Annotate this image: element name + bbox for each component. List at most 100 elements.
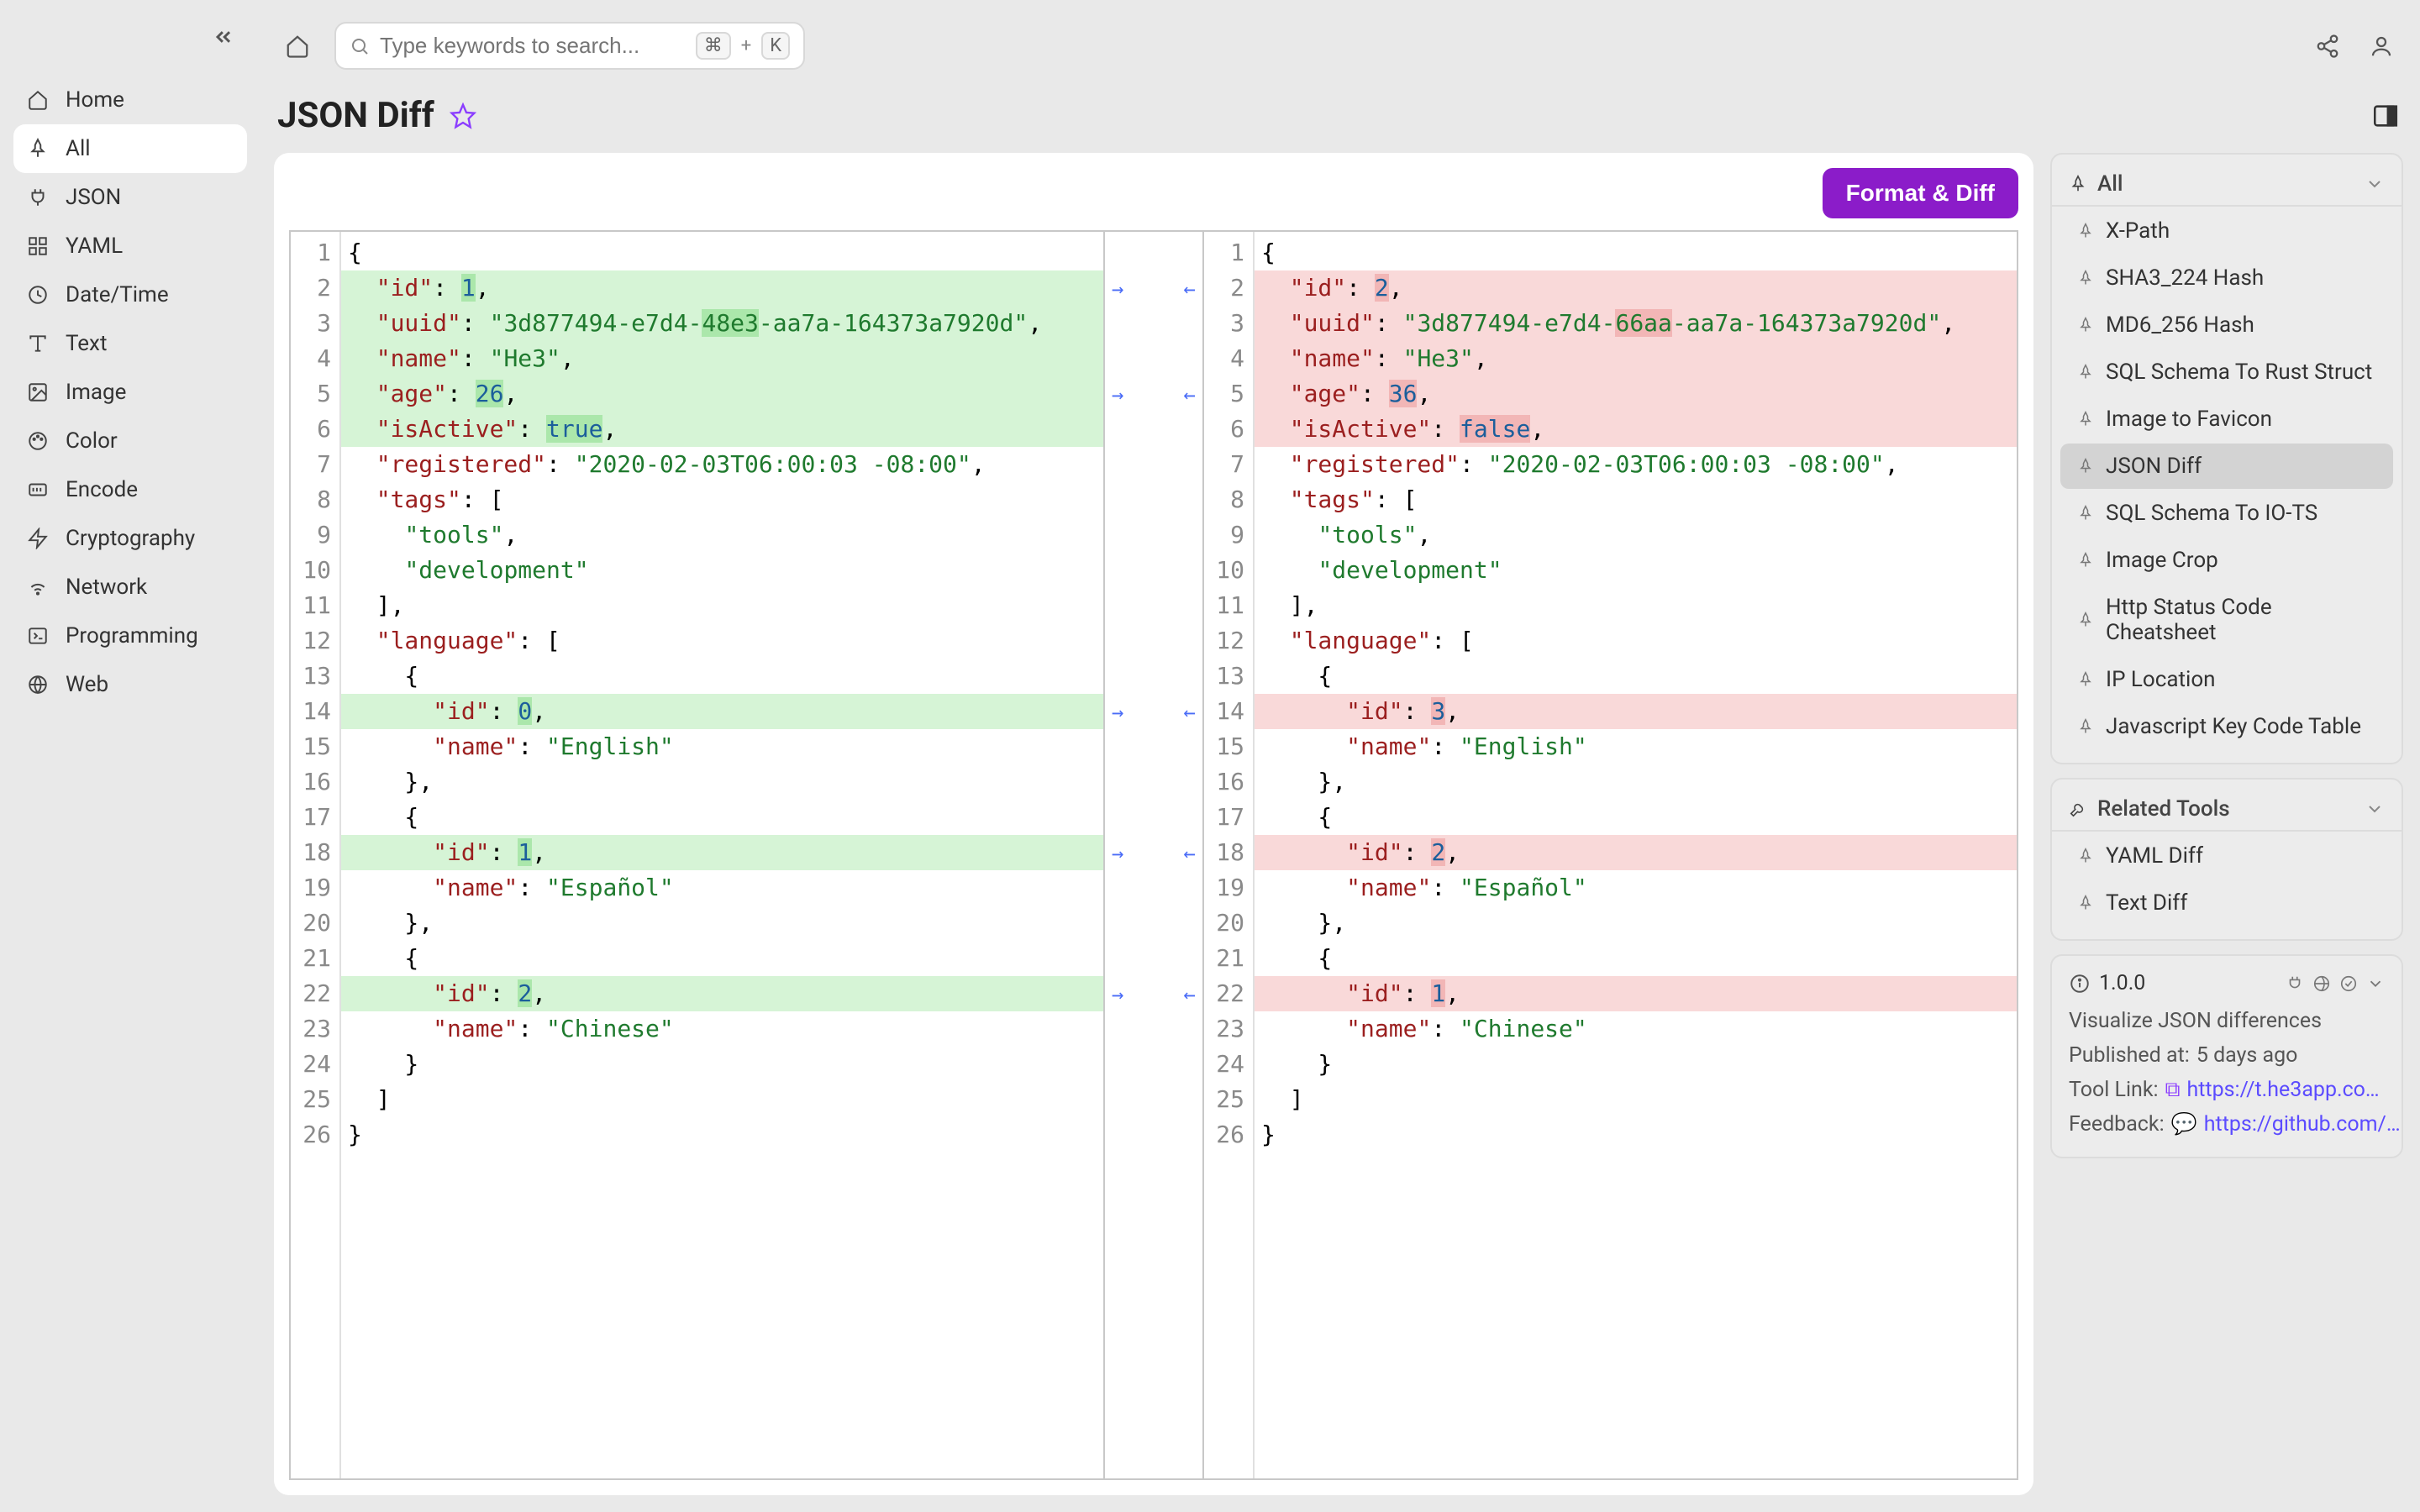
grid-icon	[27, 235, 50, 257]
right-item[interactable]: Image to Favicon	[2060, 396, 2393, 442]
right-item[interactable]: Javascript Key Code Table	[2060, 704, 2393, 749]
sidebar-item-web[interactable]: Web	[13, 660, 247, 709]
right-item[interactable]: Image Crop	[2060, 538, 2393, 583]
sidebar-item-programming[interactable]: Programming	[13, 612, 247, 660]
right-item-label: Javascript Key Code Table	[2106, 714, 2361, 739]
diff-arrow-left[interactable]: ←	[1184, 383, 1196, 407]
right-panel: All X-PathSHA3_224 HashMD6_256 HashSQL S…	[2050, 153, 2403, 1495]
pin-icon	[2077, 671, 2094, 688]
tool-icon	[2069, 800, 2087, 818]
diff-arrow-left[interactable]: ←	[1184, 277, 1196, 301]
search-input[interactable]	[380, 33, 686, 59]
diff-editor[interactable]: 1234567891011121314151617181920212223242…	[289, 230, 2018, 1480]
share-button[interactable]	[2309, 28, 2346, 65]
diff-left-pane[interactable]: 1234567891011121314151617181920212223242…	[291, 232, 1103, 1478]
version-label: 1.0.0	[2099, 971, 2145, 995]
home-button[interactable]	[277, 26, 318, 66]
pin-icon	[2077, 895, 2094, 911]
sidebar-item-encode[interactable]: Encode	[13, 465, 247, 514]
diff-right-pane[interactable]: 1234567891011121314151617181920212223242…	[1204, 232, 2017, 1478]
code-left[interactable]: { "id": 1, "uuid": "3d877494-e7d4-48e3-a…	[341, 232, 1103, 1478]
wifi-icon	[27, 576, 50, 598]
right-item[interactable]: JSON Diff	[2060, 444, 2393, 489]
right-all-header[interactable]: All	[2052, 166, 2402, 205]
right-item[interactable]: Http Status Code Cheatsheet	[2060, 585, 2393, 655]
right-item-label: IP Location	[2106, 667, 2216, 692]
sidebar-item-label: Programming	[66, 623, 198, 648]
clock-icon	[27, 284, 50, 306]
sidebar-item-label: Color	[66, 428, 118, 454]
diff-arrow-right[interactable]: →	[1112, 701, 1123, 724]
sidebar-item-label: Date/Time	[66, 282, 169, 307]
diff-arrow-right[interactable]: →	[1112, 983, 1123, 1006]
sidebar-item-text[interactable]: Text	[13, 319, 247, 368]
right-item[interactable]: MD6_256 Hash	[2060, 302, 2393, 348]
sidebar-item-datetime[interactable]: Date/Time	[13, 270, 247, 319]
sidebar-item-yaml[interactable]: YAML	[13, 222, 247, 270]
right-item-label: Image to Favicon	[2106, 407, 2272, 432]
sidebar-item-cryptography[interactable]: Cryptography	[13, 514, 247, 563]
pin-icon	[2077, 270, 2094, 286]
main: ⌘ + K JSON Diff Form	[260, 0, 2420, 1512]
check-icon	[2339, 974, 2358, 993]
right-related-header[interactable]: Related Tools	[2052, 791, 2402, 830]
meta-toollink-value[interactable]: https://t.he3app.co…	[2186, 1078, 2379, 1102]
user-button[interactable]	[2363, 28, 2400, 65]
related-item-label: Text Diff	[2106, 890, 2187, 916]
panel-toggle-button[interactable]	[2371, 102, 2400, 130]
right-item[interactable]: SHA3_224 Hash	[2060, 255, 2393, 301]
sidebar-item-home[interactable]: Home	[13, 76, 247, 124]
right-item[interactable]: IP Location	[2060, 657, 2393, 702]
encode-icon	[27, 479, 50, 501]
diff-arrow-right[interactable]: →	[1112, 277, 1123, 301]
pin-icon	[2077, 317, 2094, 333]
meta-section: 1.0.0 Visualize JSON differences Publish…	[2050, 954, 2403, 1158]
format-diff-button[interactable]: Format & Diff	[1823, 168, 2018, 218]
right-item[interactable]: X-Path	[2060, 208, 2393, 254]
code-right[interactable]: { "id": 2, "uuid": "3d877494-e7d4-66aa-a…	[1255, 232, 2017, 1478]
right-item[interactable]: SQL Schema To IO-TS	[2060, 491, 2393, 536]
sidebar-item-label: Image	[66, 380, 126, 405]
meta-toollink-label: Tool Link:	[2069, 1078, 2159, 1102]
kbd-mod: ⌘	[696, 32, 731, 60]
diff-arrow-right[interactable]: →	[1112, 383, 1123, 407]
right-item[interactable]: SQL Schema To Rust Struct	[2060, 349, 2393, 395]
sidebar-item-label: Text	[66, 331, 107, 356]
search-box[interactable]: ⌘ + K	[334, 22, 805, 70]
sidebar-item-label: Cryptography	[66, 526, 195, 551]
favorite-button[interactable]	[450, 102, 476, 129]
sidebar-item-color[interactable]: Color	[13, 417, 247, 465]
sidebar-item-label: All	[66, 136, 91, 161]
pin-icon	[2077, 458, 2094, 475]
diff-arrow-left[interactable]: ←	[1184, 842, 1196, 865]
sidebar-item-image[interactable]: Image	[13, 368, 247, 417]
gutter-left: 1234567891011121314151617181920212223242…	[291, 232, 341, 1478]
sidebar-item-network[interactable]: Network	[13, 563, 247, 612]
meta-feedback-value[interactable]: https://github.com/…	[2204, 1112, 2401, 1137]
diff-arrow-right[interactable]: →	[1112, 842, 1123, 865]
search-icon	[350, 36, 370, 56]
sidebar-item-all[interactable]: All	[13, 124, 247, 173]
diff-arrow-left[interactable]: ←	[1184, 983, 1196, 1006]
plug-icon	[2286, 974, 2304, 993]
related-item[interactable]: Text Diff	[2060, 880, 2393, 926]
sidebar-item-label: Network	[66, 575, 147, 600]
pin-icon	[2077, 364, 2094, 381]
kbd-key: K	[761, 32, 790, 60]
pin-icon	[2077, 848, 2094, 864]
meta-published-value: 5 days ago	[2196, 1043, 2298, 1068]
diff-arrow-left[interactable]: ←	[1184, 701, 1196, 724]
comment-icon: 💬	[2171, 1112, 2197, 1137]
right-item-label: SQL Schema To IO-TS	[2106, 501, 2317, 526]
right-item-label: JSON Diff	[2106, 454, 2202, 479]
gutter-right: 1234567891011121314151617181920212223242…	[1204, 232, 1255, 1478]
sidebar-item-label: JSON	[66, 185, 121, 210]
sidebar-item-json[interactable]: JSON	[13, 173, 247, 222]
home-icon	[27, 89, 50, 111]
sidebar-collapse-button[interactable]	[212, 25, 235, 49]
sidebar-item-label: Encode	[66, 477, 138, 502]
kbd-plus: +	[741, 35, 751, 56]
text-icon	[27, 333, 50, 354]
chevron-down-icon[interactable]	[2366, 974, 2385, 993]
related-item[interactable]: YAML Diff	[2060, 833, 2393, 879]
